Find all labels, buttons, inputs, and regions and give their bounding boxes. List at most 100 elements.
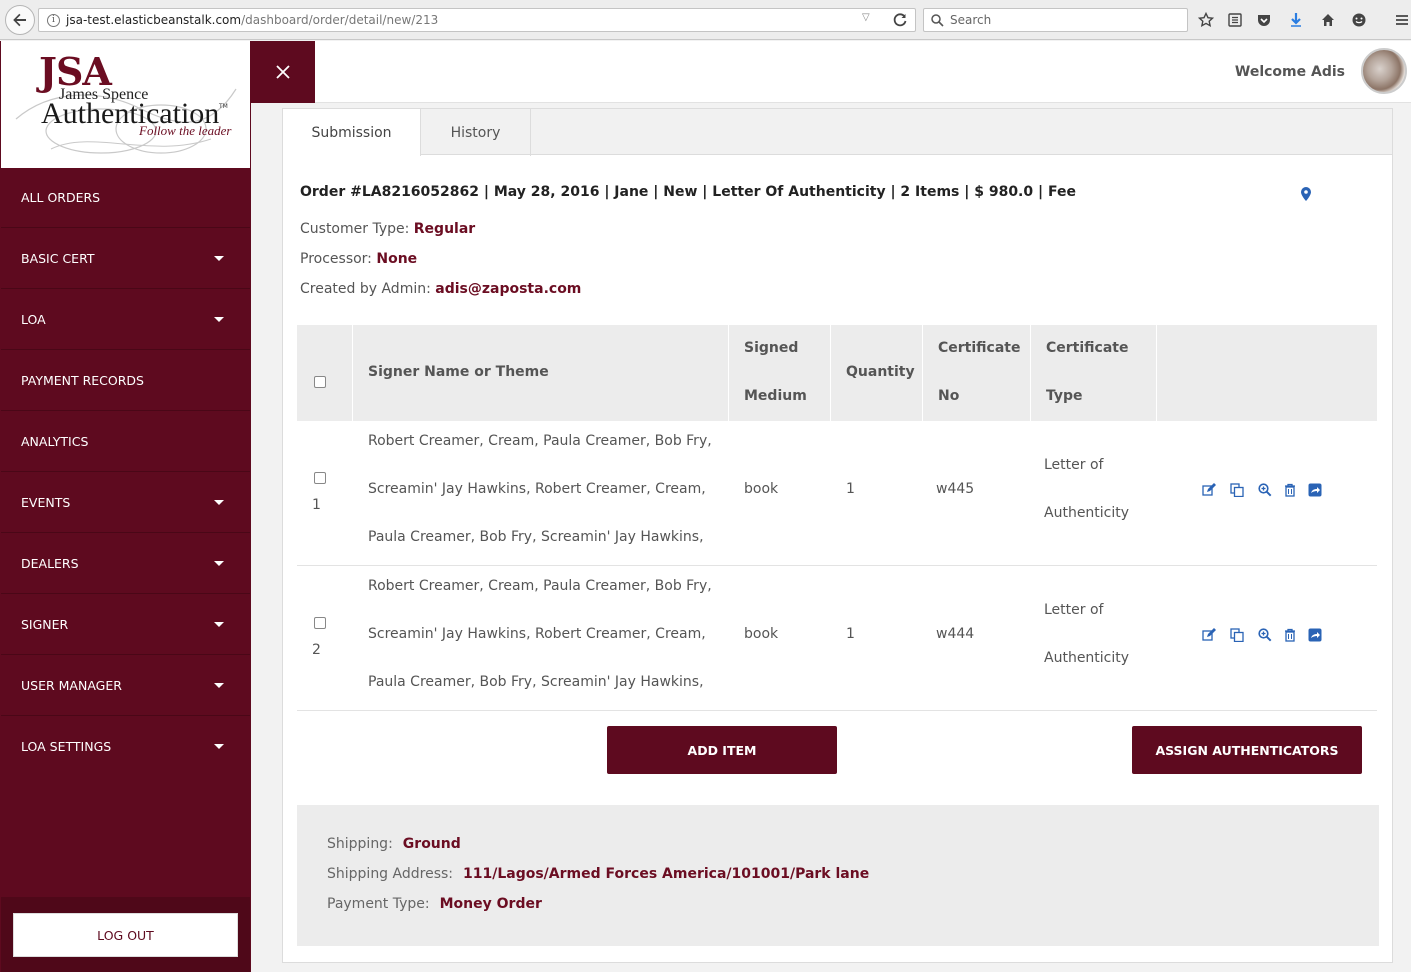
welcome-text: Welcome Adis [1234,64,1345,80]
header-signer: Signer Name or Theme [353,325,729,421]
header-quantity: Quantity [831,325,923,421]
order-summary: Order #LA8216052862 | May 28, 2016 | Jan… [300,184,1076,200]
header-certtype-line2: Type [1046,388,1083,404]
header-actions [1157,325,1377,421]
sidebar-item-loa-settings[interactable]: LOA SETTINGS [1,716,250,777]
sidebar-item-payment-records[interactable]: PAYMENT RECORDS [1,350,250,411]
share-icon[interactable] [1308,628,1322,642]
payment-type-label: Payment Type: [327,896,430,912]
header-medium-line2: Medium [744,388,807,404]
created-by-value: adis@zaposta.com [435,281,582,297]
copy-icon[interactable] [1230,483,1244,497]
edit-icon[interactable] [1202,483,1216,497]
search-placeholder: Search [950,13,992,27]
tab-bar: Submission History [283,109,1392,156]
sidebar-item-label: USER MANAGER [21,677,122,693]
assign-authenticators-button[interactable]: ASSIGN AUTHENTICATORS [1132,726,1362,774]
add-item-button[interactable]: ADD ITEM [607,726,837,774]
header-certtype-line1: Certificate [1046,340,1129,356]
shipping-address-label: Shipping Address: [327,866,453,882]
sidebar-footer: LOG OUT [1,897,250,972]
sidebar-item-all-orders[interactable]: ALL ORDERS [1,167,250,228]
zoom-icon[interactable] [1258,628,1272,642]
select-all-checkbox[interactable] [314,376,326,388]
avatar[interactable] [1361,48,1407,94]
table-row: 1 Robert Creamer, Cream, Paula Creamer, … [297,421,1377,566]
row-signer-line2: Screamin' Jay Hawkins, Robert Creamer, C… [368,481,706,497]
sidebar-item-label: PAYMENT RECORDS [21,372,144,388]
row-checkbox[interactable] [314,472,326,484]
header-certno-line1: Certificate [938,340,1021,356]
sidebar-item-analytics[interactable]: ANALYTICS [1,411,250,472]
trash-icon[interactable] [1284,483,1296,497]
share-icon[interactable] [1308,483,1322,497]
reading-list-icon[interactable] [1225,10,1245,30]
tab-history[interactable]: History [421,109,531,156]
sidebar-item-dealers[interactable]: DEALERS [1,533,250,594]
processor-label: Processor: [300,251,372,267]
close-icon [276,65,290,79]
row-medium: book [744,626,779,642]
sidebar-item-label: ALL ORDERS [21,189,101,205]
caret-down-icon [214,500,224,505]
reload-icon [893,13,907,27]
jsa-logo[interactable]: JSA James Spence Authentication TM Follo… [1,41,250,168]
sidebar: JSA James Spence Authentication TM Follo… [0,41,251,972]
chat-icon[interactable] [1349,10,1369,30]
home-icon[interactable] [1318,10,1338,30]
row-checkbox[interactable] [314,617,326,629]
dropdown-arrow-icon[interactable]: ▽ [862,12,870,23]
sidebar-item-basic-cert[interactable]: BASIC CERT [1,228,250,289]
sidebar-item-label: BASIC CERT [21,250,95,266]
caret-down-icon [214,744,224,749]
zoom-icon[interactable] [1258,483,1272,497]
sidebar-item-loa[interactable]: LOA [1,289,250,350]
payment-type-value: Money Order [439,896,542,912]
close-sidebar-button[interactable] [251,41,315,103]
caret-down-icon [214,317,224,322]
top-header: Welcome Adis [315,41,1411,103]
row-cert-type-line2: Authenticity [1044,650,1130,666]
download-icon[interactable] [1286,10,1306,30]
row-signer-line1: Robert Creamer, Cream, Paula Creamer, Bo… [368,578,712,594]
shipping-value: Ground [402,836,461,852]
customer-type-line: Customer Type: Regular [300,221,475,237]
row-signer-line2: Screamin' Jay Hawkins, Robert Creamer, C… [368,626,706,642]
address-bar[interactable]: i jsa-test.elasticbeanstalk.com/dashboar… [38,8,916,32]
header-medium-line1: Signed [744,340,799,356]
row-quantity: 1 [846,481,855,497]
row-cert-type-line1: Letter of [1044,457,1104,473]
pocket-icon[interactable] [1254,10,1274,30]
trash-icon[interactable] [1284,628,1296,642]
header-signed-medium: Signed Medium [729,325,831,421]
payment-type-line: Payment Type: Money Order [327,896,542,912]
header-certno-line2: No [938,388,960,404]
bookmark-star-icon[interactable] [1196,10,1216,30]
url-path: /dashboard/order/detail/new/213 [241,13,439,27]
shipping-address-value: 111/Lagos/Armed Forces America/101001/Pa… [463,866,870,882]
edit-icon[interactable] [1202,628,1216,642]
sidebar-item-user-manager[interactable]: USER MANAGER [1,655,250,716]
row-signer-line3: Paula Creamer, Bob Fry, Screamin' Jay Ha… [368,529,704,545]
sidebar-item-label: EVENTS [21,494,71,510]
header-signer-label: Signer Name or Theme [368,364,549,380]
tab-submission[interactable]: Submission [283,109,421,156]
row-cert-type-line2: Authenticity [1044,505,1130,521]
hamburger-menu-icon[interactable] [1392,10,1411,30]
sidebar-item-events[interactable]: EVENTS [1,472,250,533]
reload-button[interactable] [886,8,914,32]
caret-down-icon [214,561,224,566]
header-certificate-no: Certificate No [923,325,1031,421]
info-icon[interactable]: i [47,13,60,27]
copy-icon[interactable] [1230,628,1244,642]
url-host: jsa-test.elasticbeanstalk.com [66,13,242,27]
processor-value: None [376,251,418,267]
logout-button[interactable]: LOG OUT [13,913,238,957]
browser-search-input[interactable]: Search [923,8,1188,32]
map-pin-icon[interactable] [1301,187,1311,201]
sidebar-item-signer[interactable]: SIGNER [1,594,250,655]
row-number: 1 [312,497,321,513]
back-button[interactable] [5,4,35,35]
table-header: Signer Name or Theme Signed Medium Quant… [297,325,1377,421]
header-certificate-type: Certificate Type [1031,325,1157,421]
